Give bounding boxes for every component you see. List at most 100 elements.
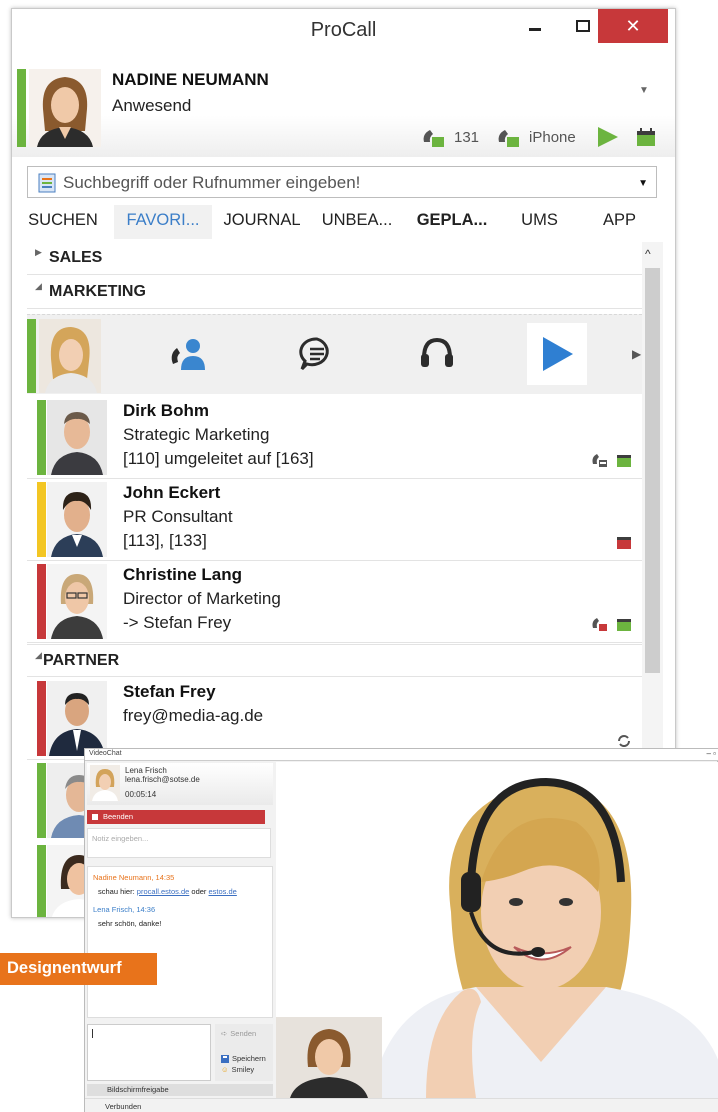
- contact-email: frey@media-ag.de: [123, 706, 264, 725]
- peer-email: lena.frisch@sotse.de: [125, 775, 200, 784]
- contact-row[interactable]: Dirk Bohm Strategic Marketing [110] umge…: [27, 397, 642, 479]
- chat-icon: [299, 337, 329, 371]
- design-draft-badge: Designentwurf: [0, 953, 157, 985]
- contact-title: PR Consultant: [123, 507, 233, 526]
- contact-info: [110] umgeleitet auf [163]: [123, 449, 314, 468]
- save-button[interactable]: Speichern: [221, 1054, 266, 1063]
- collapse-arrow-icon: ◢: [35, 650, 42, 660]
- own-status-bar: [17, 69, 26, 147]
- videochat-peer-header: Lena Frisch lena.frisch@sotse.de 00:05:1…: [87, 763, 273, 805]
- contact-avatar: [47, 482, 107, 557]
- search-box[interactable]: Suchbegriff oder Rufnummer eingeben! ▼: [27, 166, 657, 198]
- maximize-icon: [576, 20, 590, 32]
- chat-link[interactable]: estos.de: [209, 887, 237, 896]
- contact-name: Dirk Bohm: [123, 401, 209, 420]
- phone-device-icon[interactable]: [495, 126, 521, 148]
- close-icon: ✕: [625, 15, 641, 36]
- self-video: [276, 1017, 382, 1098]
- screen-share-button[interactable]: Bildschirmfreigabe: [87, 1084, 273, 1096]
- sync-icon: [618, 735, 630, 747]
- contact-info: -> Stefan Frey: [123, 613, 232, 632]
- close-button[interactable]: ✕: [598, 9, 668, 43]
- call-button[interactable]: [159, 323, 219, 385]
- contact-status-bar: [37, 681, 46, 756]
- tab-bar: SUCHEN FAVORI... JOURNAL UNBEA... GEPLA.…: [12, 205, 675, 241]
- chat-author: Nadine Neumann, 14:35: [93, 873, 175, 882]
- video-button[interactable]: [527, 323, 587, 385]
- smiley-button[interactable]: ☺ Smiley: [221, 1065, 254, 1074]
- search-dropdown-icon[interactable]: ▼: [638, 178, 648, 189]
- contact-status-icons: [616, 733, 632, 749]
- contact-avatar: [47, 400, 107, 475]
- more-actions-arrow-icon[interactable]: ▶: [632, 347, 641, 361]
- audio-button[interactable]: [407, 323, 467, 385]
- address-book-icon: [38, 173, 56, 193]
- tab-geplant[interactable]: GEPLA...: [402, 205, 502, 241]
- videochat-sidebar: Lena Frisch lena.frisch@sotse.de 00:05:1…: [85, 762, 275, 1097]
- calendar-icon[interactable]: [636, 127, 656, 147]
- contact-status-bar: [37, 482, 46, 557]
- tab-journal[interactable]: JOURNAL: [212, 205, 312, 241]
- contact-action-bar: ▶: [27, 314, 642, 394]
- title-bar: ProCall ✕: [12, 9, 675, 53]
- own-presence-text[interactable]: Anwesend: [112, 96, 191, 116]
- call-duration: 00:05:14: [125, 790, 157, 799]
- contact-status-icons: [616, 534, 632, 550]
- phone-line-icon[interactable]: [420, 126, 446, 148]
- line-device[interactable]: iPhone: [529, 129, 576, 146]
- contact-status-icons: [590, 452, 632, 468]
- contact-status-icons: [590, 616, 632, 632]
- tab-favoriten[interactable]: FAVORI...: [114, 205, 212, 241]
- line-selector: 131 iPhone: [420, 125, 656, 149]
- tab-unbeantwortet[interactable]: UNBEA...: [312, 205, 402, 241]
- videochat-title: VideoChat: [89, 750, 122, 757]
- calendar-icon: [617, 455, 631, 467]
- chat-input[interactable]: [87, 1024, 211, 1081]
- contact-avatar: [47, 564, 107, 639]
- contact-status-bar: [37, 845, 46, 917]
- search-input[interactable]: Suchbegriff oder Rufnummer eingeben!: [63, 173, 360, 193]
- collapse-arrow-icon: ◢: [35, 281, 42, 291]
- calendar-icon: [617, 537, 631, 549]
- play-icon: [543, 337, 573, 371]
- tab-ums[interactable]: UMS: [502, 205, 577, 241]
- stop-icon: [92, 814, 98, 820]
- group-sales[interactable]: ▶ SALES: [27, 242, 642, 275]
- own-avatar[interactable]: [29, 69, 101, 147]
- group-partner[interactable]: ◢PARTNER: [27, 644, 642, 677]
- contact-avatar: [47, 681, 107, 756]
- send-button[interactable]: ➪ Senden: [221, 1029, 256, 1038]
- contact-status-bar: [37, 763, 46, 838]
- contact-status-bar: [27, 319, 36, 393]
- own-presence-panel: NADINE NEUMANN Anwesend ▼ 131 iPhone: [12, 65, 675, 157]
- scroll-up-arrow-icon[interactable]: ^: [645, 247, 651, 261]
- group-marketing[interactable]: ◢ MARKETING: [27, 276, 642, 309]
- peer-avatar: [90, 765, 120, 801]
- videochat-title-bar: VideoChat – ▫: [85, 749, 718, 761]
- own-name: NADINE NEUMANN: [112, 70, 269, 89]
- scroll-thumb[interactable]: [645, 268, 660, 673]
- chat-actions: ➪ Senden Speichern ☺ Smiley: [215, 1024, 273, 1081]
- phone-busy-icon: [592, 618, 607, 631]
- chat-button[interactable]: [287, 323, 347, 385]
- chat-message: sehr schön, danke!: [98, 919, 162, 928]
- connection-status: Verbunden: [85, 1098, 718, 1112]
- minimize-button[interactable]: [512, 9, 558, 43]
- note-input[interactable]: Notiz eingeben...: [87, 828, 271, 858]
- line-number[interactable]: 131: [454, 129, 479, 146]
- presence-dropdown-icon[interactable]: ▼: [639, 85, 649, 96]
- contact-status-bar: [37, 564, 46, 639]
- contact-row[interactable]: John Eckert PR Consultant [113], [133]: [27, 479, 642, 561]
- expand-arrow-icon: ▶: [35, 247, 42, 257]
- contact-name: Stefan Frey: [123, 682, 216, 701]
- contact-info: [113], [133]: [123, 531, 207, 550]
- tab-suchen[interactable]: SUCHEN: [12, 205, 114, 241]
- chat-link[interactable]: procall.estos.de: [137, 887, 190, 896]
- contact-row[interactable]: Christine Lang Director of Marketing -> …: [27, 561, 642, 643]
- contact-avatar[interactable]: [39, 319, 101, 393]
- end-call-button[interactable]: Beenden: [87, 810, 265, 824]
- play-icon[interactable]: [594, 125, 620, 149]
- tab-app[interactable]: APP: [577, 205, 662, 241]
- videochat-window-controls[interactable]: – ▫: [706, 749, 716, 758]
- save-icon: [221, 1054, 229, 1063]
